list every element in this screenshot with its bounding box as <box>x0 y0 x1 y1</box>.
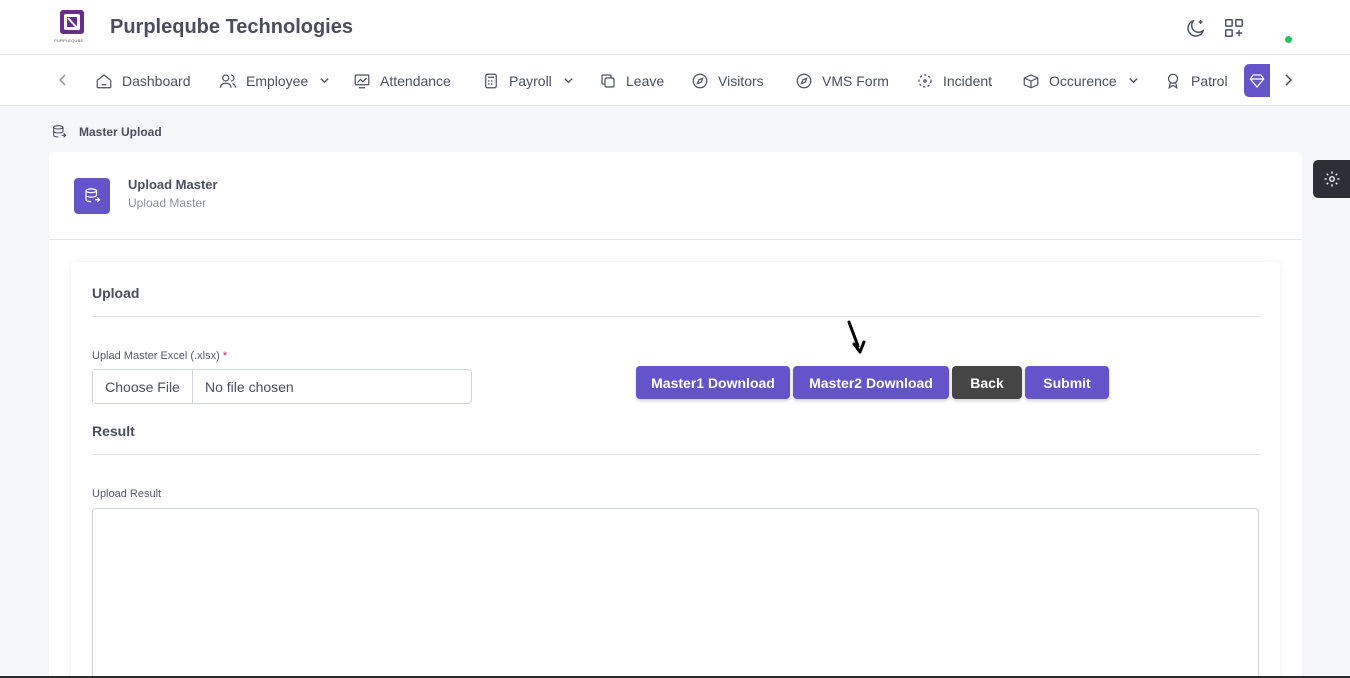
nav-item-payroll[interactable]: Payroll <box>482 55 574 106</box>
file-name-text: No file chosen <box>205 378 294 395</box>
breadcrumb: Master Upload <box>51 124 162 140</box>
nav-item-attendance[interactable]: Attendance <box>353 55 451 106</box>
section-divider <box>92 454 1259 455</box>
back-button[interactable]: Back <box>952 366 1022 399</box>
database-icon <box>85 188 101 203</box>
diamond-icon <box>1249 73 1265 88</box>
master1-download-button[interactable]: Master1 Download <box>636 366 790 399</box>
top-header: PURPLEQUBE Purpleqube Technologies <box>0 0 1350 55</box>
gear-icon <box>1324 171 1339 187</box>
upload-form-panel: Upload Uplad Master Excel (.xlsx) * Choo… <box>71 262 1280 678</box>
nav-item-incident[interactable]: Incident <box>916 55 992 106</box>
submit-button[interactable]: Submit <box>1025 366 1109 399</box>
upload-section-title: Upload <box>92 285 140 301</box>
calculator-icon <box>485 73 497 88</box>
chart-monitor-icon <box>354 73 370 88</box>
excel-file-input[interactable]: Choose File No file chosen <box>92 369 472 404</box>
upload-result-textarea[interactable] <box>92 508 1259 678</box>
nav-item-patrol[interactable]: Patrol <box>1164 55 1228 106</box>
master2-download-button[interactable]: Master2 Download <box>793 366 949 399</box>
card-header: Upload Master Upload Master <box>49 152 1302 240</box>
section-divider <box>92 316 1259 317</box>
nav-item-dashboard[interactable]: Dashboard <box>95 55 191 106</box>
page-subtitle: Upload Master <box>128 196 207 210</box>
nav-label: Leave <box>626 72 665 89</box>
database-icon <box>53 125 67 138</box>
compass-icon <box>692 73 708 88</box>
page-title: Upload Master <box>128 177 218 192</box>
focus-icon <box>918 73 932 88</box>
users-icon <box>219 73 237 88</box>
result-field-label: Upload Result <box>92 488 162 500</box>
brand-name: Purpleqube Technologies <box>110 16 353 38</box>
nav-label: Payroll <box>509 72 552 89</box>
nav-label: Patrol <box>1191 72 1228 89</box>
award-icon <box>1167 73 1179 89</box>
nav-item-employee[interactable]: Employee <box>219 55 330 106</box>
nav-scroll-left-icon[interactable] <box>55 72 71 88</box>
chevron-down-icon <box>564 78 573 84</box>
breadcrumb-label: Master Upload <box>79 125 162 139</box>
nav-item-occurence[interactable]: Occurence <box>1022 55 1139 106</box>
excel-field-label: Uplad Master Excel (.xlsx) * <box>92 350 227 362</box>
choose-file-button[interactable]: Choose File <box>93 370 193 403</box>
result-section-title: Result <box>92 423 135 439</box>
home-icon <box>96 73 112 88</box>
compass-icon <box>796 73 812 88</box>
required-mark: * <box>222 350 228 362</box>
nav-label: Occurence <box>1049 72 1117 89</box>
copy-icon <box>601 73 615 88</box>
excel-field-label-text: Uplad Master Excel (.xlsx) <box>92 350 220 362</box>
nav-scroll-right-icon[interactable] <box>1280 72 1296 88</box>
settings-toggle[interactable] <box>1313 160 1350 198</box>
logo-wordmark: PURPLEQUBE <box>54 38 84 43</box>
box-icon <box>1023 73 1039 88</box>
nav-label: Attendance <box>380 72 451 89</box>
nav-label: Dashboard <box>122 72 191 89</box>
moon-icon[interactable] <box>1185 17 1207 39</box>
mouse-cursor-icon <box>847 320 866 354</box>
nav-label: Visitors <box>718 72 764 89</box>
nav-label: VMS Form <box>822 72 889 89</box>
header-icon-badge <box>74 178 110 214</box>
nav-item-leave[interactable]: Leave <box>599 55 664 106</box>
upload-master-card: Upload Master Upload Master Upload Uplad… <box>49 152 1302 678</box>
nav-label: Employee <box>246 72 309 89</box>
chevron-down-icon <box>320 78 329 84</box>
nav-item-vms-form[interactable]: VMS Form <box>795 55 889 106</box>
apps-add-icon[interactable] <box>1223 17 1245 39</box>
main-nav: Dashboard Employee Attendance Payroll Le… <box>0 55 1350 106</box>
nav-item-visitors[interactable]: Visitors <box>691 55 764 106</box>
chevron-down-icon <box>1129 78 1138 84</box>
online-status-dot <box>1285 36 1292 43</box>
nav-item-active[interactable] <box>1244 64 1270 97</box>
nav-label: Incident <box>943 72 993 89</box>
